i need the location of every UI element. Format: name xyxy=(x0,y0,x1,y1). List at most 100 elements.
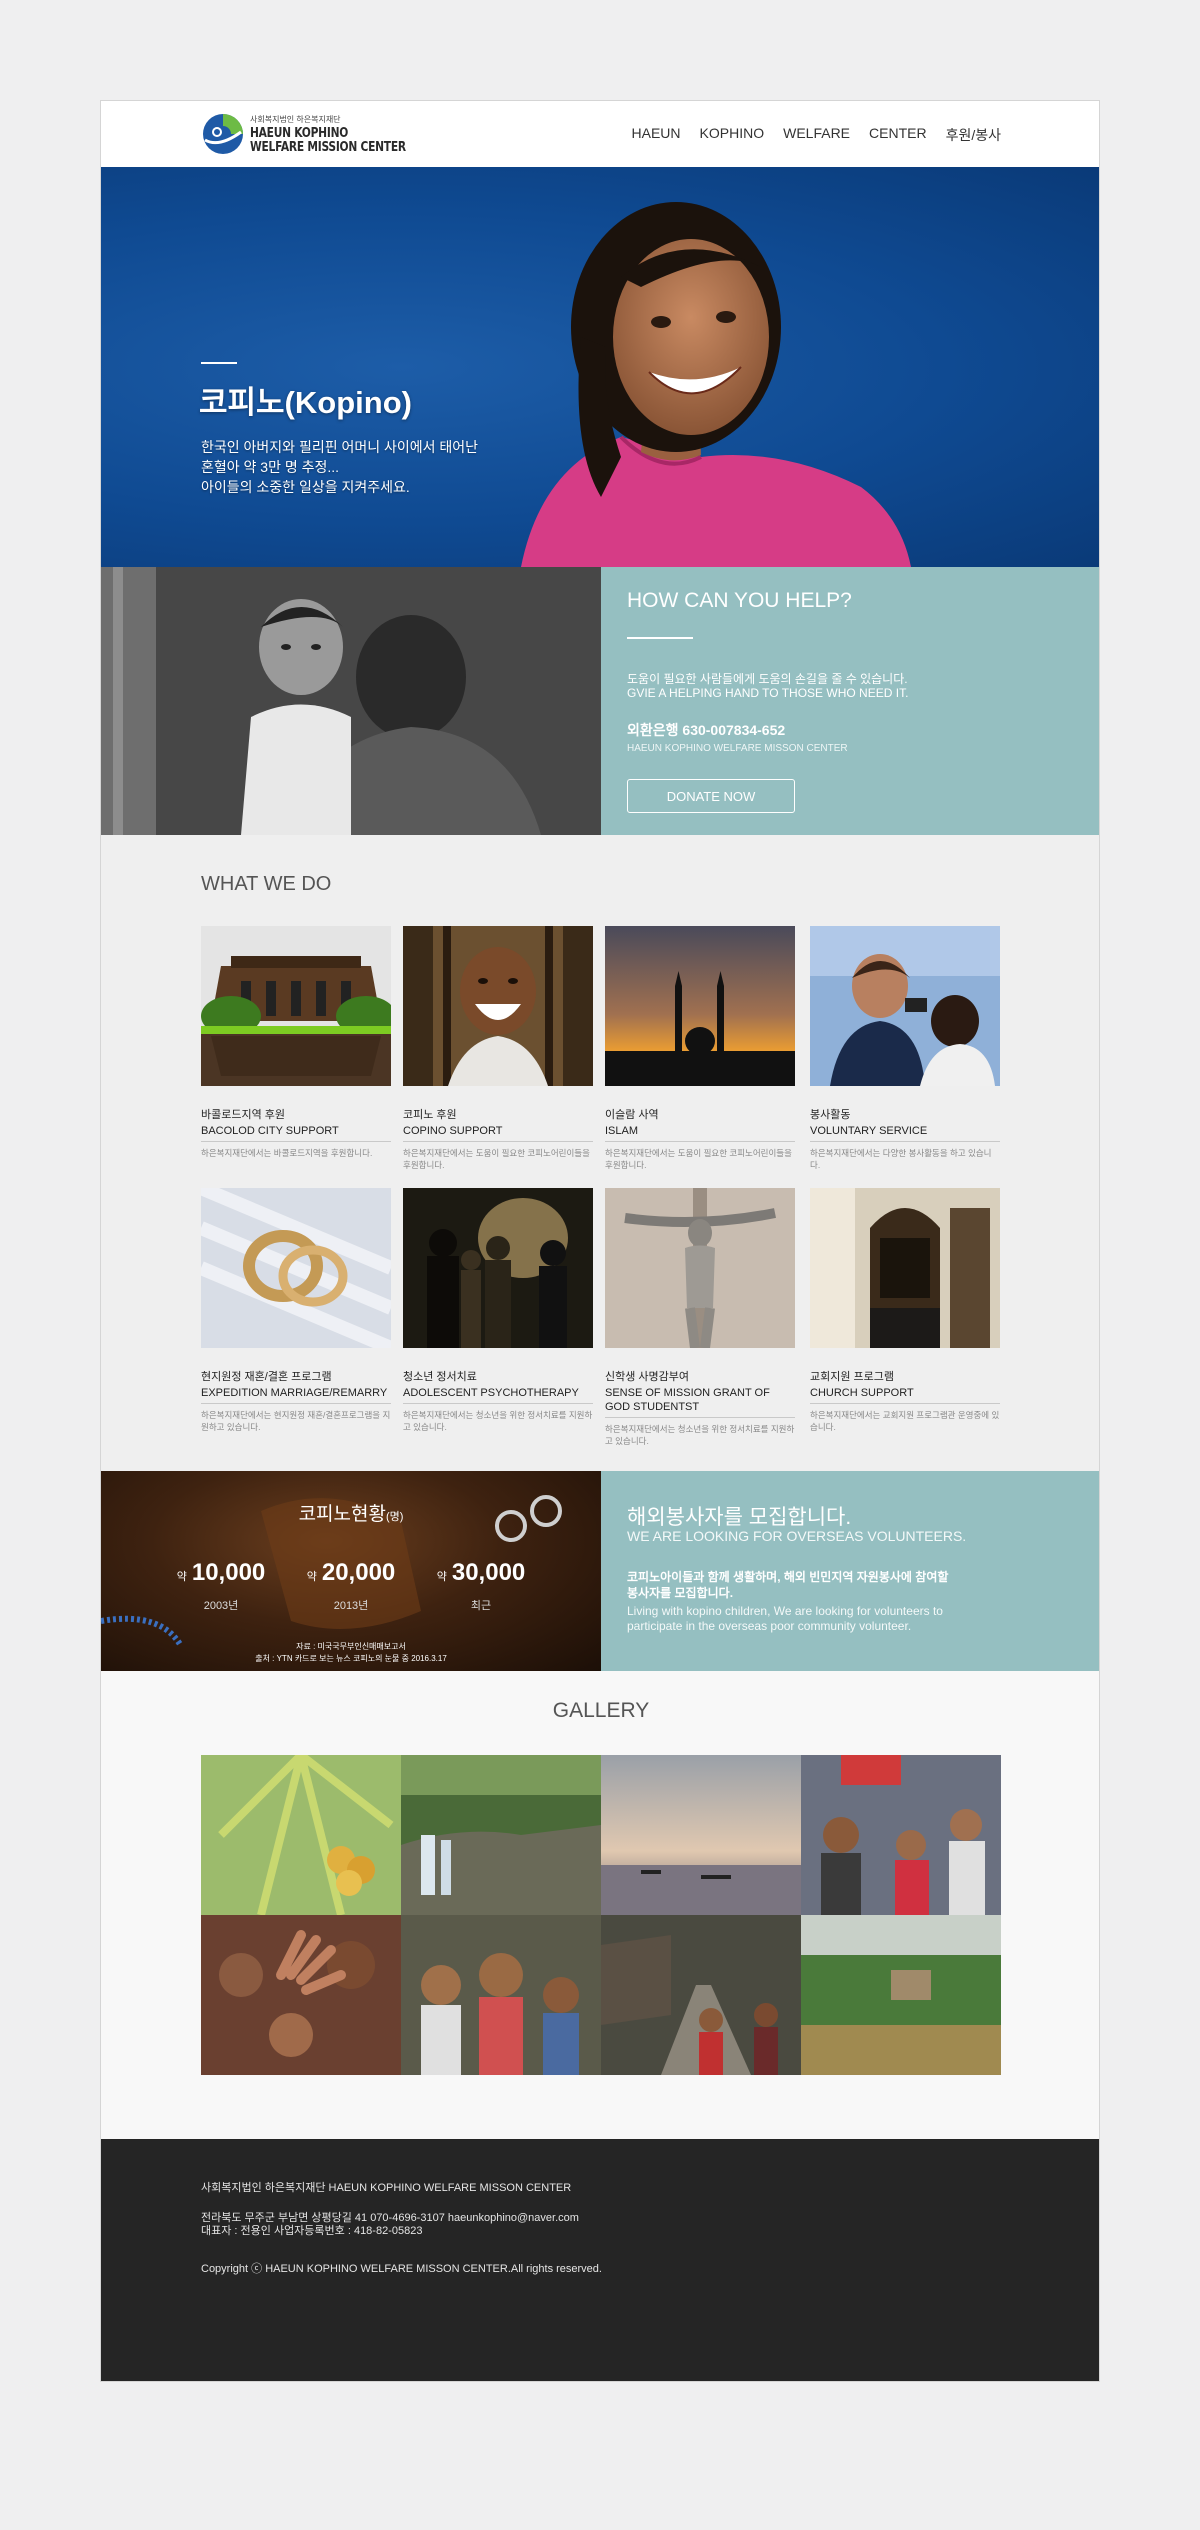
church-interior-photo xyxy=(810,1188,1000,1348)
card-title-ko: 봉사활동 xyxy=(810,1109,851,1121)
card-description: 하은복지재단에서는 다양한 봉사활동을 하고 있습니다. xyxy=(810,1148,992,1170)
site-logo[interactable]: 사회복지법인 하은복지재단 HAEUN KOPHINO WELFARE MISS… xyxy=(201,112,406,158)
service-card[interactable]: 신학생 사명감부여 SENSE OF MISSION GRANT OF GOD … xyxy=(605,1188,795,1447)
crowd-photo xyxy=(403,1188,593,1348)
hero-banner: 코피노(Kopino) 한국인 아버지와 필리핀 어머니 사이에서 태어난 혼혈… xyxy=(101,167,1099,567)
sea-sunset-photo[interactable] xyxy=(601,1755,801,1915)
card-divider xyxy=(810,1403,1000,1404)
kophino-stats: 코피노현황(명) 약 10,000 2003년 약 20,000 2013년 약 30… xyxy=(101,1471,601,1671)
service-card[interactable]: 현지원정 재혼/결혼 프로그램 EXPEDITION MARRIAGE/REMA… xyxy=(198,1181,394,1433)
stats-source: 자료 : 미국국무부인신매매보고서 xyxy=(296,1642,406,1651)
bank-account: 외환은행 630-007834-652 xyxy=(627,722,786,738)
nav-center[interactable]: CENTER xyxy=(869,125,927,145)
kids-hands-photo[interactable] xyxy=(201,1915,401,2075)
card-description: 하은복지재단에서는 바콜로드지역을 후원합니다. xyxy=(201,1148,373,1158)
gallery-section: GALLERY xyxy=(101,1671,1099,2139)
service-card[interactable]: 청소년 정서치료 ADOLESCENT PSYCHOTHERAPY 하은복지재단… xyxy=(403,1188,593,1433)
stat-prefix: 약 xyxy=(176,1571,187,1583)
card-divider xyxy=(201,1403,391,1404)
card-title-en: SENSE OF MISSION GRANT OF GOD STUDENTST xyxy=(605,1387,770,1413)
footer-org: 사회복지법인 하은복지재단 HAEUN KOPHINO WELFARE MISS… xyxy=(201,2182,572,2194)
card-divider xyxy=(810,1141,1000,1142)
main-nav: HAEUN KOPHINO WELFARE CENTER 후원/봉사 xyxy=(632,125,1001,145)
volunteer-text-en: Living with kopino children, We are look… xyxy=(627,1604,943,1634)
stats-title-text: 코피노현황 xyxy=(298,1504,386,1525)
volunteer-text-line: 코피노아이들과 함께 생활하며, 해외 빈민지역 자원봉사에 참여할 xyxy=(627,1570,949,1584)
card-description: 하은복지재단에서는 도움이 필요한 코피노어린이들을 후원합니다. xyxy=(403,1148,590,1170)
card-divider xyxy=(605,1417,795,1418)
stats-reference: 출처 : YTN 카드로 보는 뉴스 코피노의 눈물 중 2016.3.17 xyxy=(255,1654,447,1663)
hero-title: 코피노(Kopino) xyxy=(199,385,412,420)
logo-subtitle: WELFARE MISSION CENTER xyxy=(250,140,406,155)
nav-support[interactable]: 후원/봉사 xyxy=(946,125,1001,145)
father-child-illustration xyxy=(101,567,601,835)
card-divider xyxy=(201,1141,391,1142)
card-divider xyxy=(605,1141,795,1142)
card-title-en: BACOLOD CITY SUPPORT xyxy=(201,1125,339,1137)
stat-prefix: 약 xyxy=(306,1571,317,1583)
stat-value: 20,000 xyxy=(321,1559,396,1586)
volunteer-subtitle: WE ARE LOOKING FOR OVERSEAS VOLUNTEERS. xyxy=(627,1528,967,1544)
help-panel: HOW CAN YOU HELP? 도움이 필요한 사람들에게 도움의 손길을 … xyxy=(601,567,1099,835)
card-description: 하은복지재단에서는 현지원정 재혼/결혼프로그램을 지원하고 있습니다. xyxy=(201,1410,391,1432)
riverside-village-photo[interactable] xyxy=(801,1915,1001,2075)
service-card[interactable]: 이슬람 사역 ISLAM 하은복지재단에서는 도움이 필요한 코피노어린이들을 … xyxy=(605,926,795,1171)
nav-welfare[interactable]: WELFARE xyxy=(783,125,850,145)
stat-value: 10,000 xyxy=(191,1559,266,1586)
village-road-photo[interactable] xyxy=(601,1915,801,2075)
help-text-ko: 도움이 필요한 사람들에게 도움의 손길을 줄 수 있습니다. xyxy=(627,672,908,686)
coconut-photo[interactable] xyxy=(201,1755,401,1915)
waterfall-photo[interactable] xyxy=(401,1755,601,1915)
nav-kophino[interactable]: KOPHINO xyxy=(700,125,765,145)
card-divider xyxy=(403,1403,593,1404)
service-card[interactable]: 바콜로드지역 후원 BACOLOD CITY SUPPORT 하은복지재단에서는… xyxy=(201,926,396,1159)
service-card[interactable]: 코피노 후원 COPINO SUPPORT 하은복지재단에서는 도움이 필요한 … xyxy=(403,926,593,1171)
site-header: 사회복지법인 하은복지재단 HAEUN KOPHINO WELFARE MISS… xyxy=(101,101,1099,167)
nav-haeun[interactable]: HAEUN xyxy=(632,125,681,145)
laughing-child-photo xyxy=(403,926,593,1086)
site-footer: 사회복지법인 하은복지재단 HAEUN KOPHINO WELFARE MISS… xyxy=(101,2139,1099,2381)
card-title-ko: 바콜로드지역 후원 xyxy=(201,1109,286,1121)
donate-now-button[interactable]: DONATE NOW xyxy=(627,779,795,813)
card-title-ko: 신학생 사명감부여 xyxy=(605,1371,690,1383)
stat-item: 약 10,000 xyxy=(151,1559,291,1587)
street-people-photo[interactable] xyxy=(801,1755,1001,1915)
footer-copyright: Copyright ⓒ HAEUN KOPHINO WELFARE MISSON… xyxy=(201,2263,602,2275)
service-card[interactable]: 교회지원 프로그램 CHURCH SUPPORT 하은복지재단에서는 교회지원 … xyxy=(810,1188,1000,1433)
ruins-photo xyxy=(201,926,396,1086)
hero-line: 아이들의 소중한 일상을 지켜주세요. xyxy=(201,479,410,495)
logo-title: HAEUN KOPHINO xyxy=(250,126,349,141)
page-frame: 사회복지법인 하은복지재단 HAEUN KOPHINO WELFARE MISS… xyxy=(100,100,1100,2382)
volunteer-text-line: Living with kopino children, We are look… xyxy=(627,1604,943,1618)
stats-unit: (명) xyxy=(385,1511,404,1523)
help-divider xyxy=(627,637,693,639)
card-description: 하은복지재단에서는 교회지원 프로그램관 운영중에 있습니다. xyxy=(810,1410,1000,1432)
card-title-en: ISLAM xyxy=(605,1125,639,1137)
help-title: HOW CAN YOU HELP? xyxy=(627,589,852,612)
card-title-en: VOLUNTARY SERVICE xyxy=(810,1125,928,1137)
volunteer-photo xyxy=(810,926,1000,1086)
smiling-girls-photo[interactable] xyxy=(401,1915,601,2075)
stats-title: 코피노현황(명) xyxy=(101,1499,601,1526)
card-description: 하은복지재단에서는 청소년을 위한 정서치료를 지원하고 있습니다. xyxy=(605,1424,795,1446)
volunteer-text-line: participate in the overseas poor communi… xyxy=(627,1619,912,1633)
stat-item: 약 30,000 xyxy=(411,1559,551,1587)
card-title-ko: 교회지원 프로그램 xyxy=(810,1371,895,1383)
globe-logo-icon xyxy=(203,114,243,154)
rings-photo xyxy=(198,1181,394,1355)
card-title-en: EXPEDITION MARRIAGE/REMARRY xyxy=(201,1387,388,1399)
card-title-ko: 청소년 정서치료 xyxy=(403,1371,477,1383)
crucifix-photo xyxy=(605,1188,795,1349)
card-divider xyxy=(403,1141,593,1142)
smiling-girl-photo xyxy=(521,202,911,567)
card-title-en: COPINO SUPPORT xyxy=(403,1125,503,1137)
card-title-ko: 현지원정 재혼/결혼 프로그램 xyxy=(201,1371,332,1383)
gallery-title: GALLERY xyxy=(552,1699,650,1722)
hero-description: 한국인 아버지와 필리핀 어머니 사이에서 태어난 혼혈아 약 3만 명 추정.… xyxy=(201,437,478,497)
help-text-en: GVIE A HELPING HAND TO THOSE WHO NEED IT… xyxy=(627,686,909,700)
service-card[interactable]: 봉사활동 VOLUNTARY SERVICE 하은복지재단에서는 다양한 봉사활… xyxy=(810,926,1000,1171)
what-we-do-section: WHAT WE DO 바콜로드지역 후원 BACOLOD CITY SUPPOR… xyxy=(101,835,1099,1471)
card-description: 하은복지재단에서는 청소년을 위한 정서치료를 지원하고 있습니다. xyxy=(403,1410,593,1432)
stat-label: 2003년 xyxy=(203,1600,239,1612)
mosque-sunset-photo xyxy=(605,926,795,1086)
